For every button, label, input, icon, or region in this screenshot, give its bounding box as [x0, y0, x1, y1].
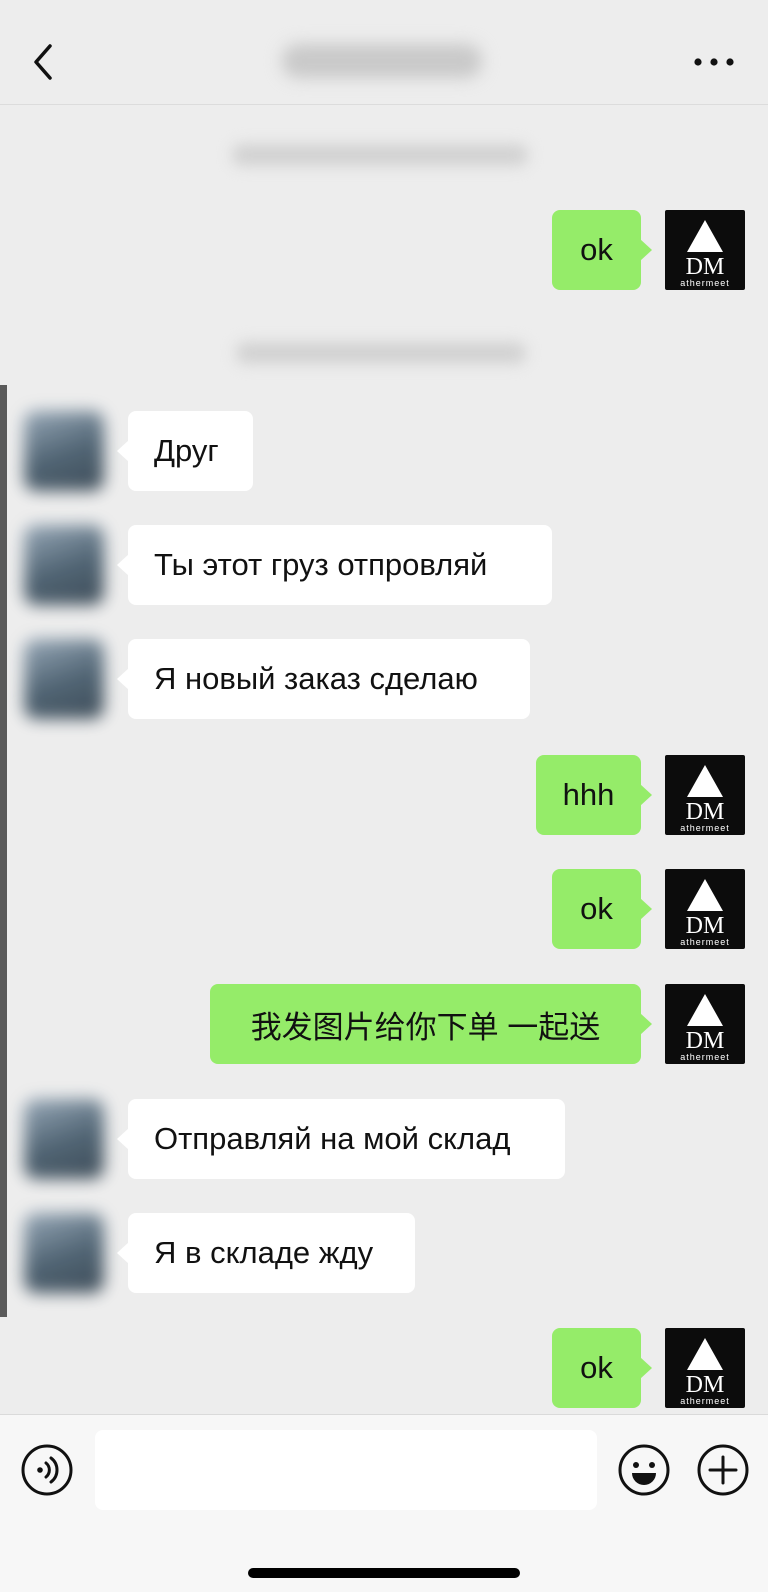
dm-logo-icon: DM athermeet — [680, 765, 730, 833]
logo-letters: DM — [686, 1028, 725, 1054]
screen-edge-shadow — [0, 385, 7, 1317]
message-bubble-incoming[interactable]: Я новый заказ сделаю — [117, 639, 530, 719]
message-bubble-outgoing[interactable]: ok — [552, 1328, 652, 1408]
message-bubble-outgoing[interactable]: 我发图片给你下单 一起送 — [210, 984, 652, 1064]
home-indicator — [248, 1568, 520, 1578]
voice-icon[interactable] — [20, 1443, 74, 1497]
message-input[interactable] — [95, 1430, 597, 1510]
my-avatar[interactable]: DM athermeet — [665, 984, 745, 1064]
dm-logo-icon: DM athermeet — [680, 994, 730, 1062]
logo-letters: DM — [686, 913, 725, 939]
logo-caption: athermeet — [680, 937, 730, 947]
message-bubble-incoming[interactable]: Ты этот груз отпровляй — [117, 525, 552, 605]
plus-icon[interactable] — [696, 1443, 750, 1497]
chevron-left-icon[interactable] — [28, 40, 58, 84]
my-avatar[interactable]: DM athermeet — [665, 755, 745, 835]
message-bubble-outgoing[interactable]: ok — [552, 210, 652, 290]
more-dots-icon[interactable] — [692, 52, 736, 72]
logo-caption: athermeet — [680, 1052, 730, 1062]
timestamp-redacted — [232, 144, 528, 166]
dm-logo-icon: DM athermeet — [680, 1338, 730, 1406]
my-avatar[interactable]: DM athermeet — [665, 1328, 745, 1408]
message-bubble-incoming[interactable]: Отправляй на мой склад — [117, 1099, 565, 1179]
logo-letters: DM — [686, 799, 725, 825]
logo-caption: athermeet — [680, 278, 730, 288]
contact-avatar-redacted[interactable] — [24, 411, 104, 491]
message-bubble-outgoing[interactable]: hhh — [536, 755, 652, 835]
message-bubble-incoming[interactable]: Я в складе жду — [117, 1213, 415, 1293]
dm-logo-icon: DM athermeet — [680, 879, 730, 947]
logo-caption: athermeet — [680, 1396, 730, 1406]
emoji-icon[interactable] — [617, 1443, 671, 1497]
message-bubble-outgoing[interactable]: ok — [552, 869, 652, 949]
logo-letters: DM — [686, 254, 725, 280]
chat-header — [0, 0, 768, 105]
contact-avatar-redacted[interactable] — [24, 1099, 104, 1179]
message-bubble-incoming[interactable]: Друг — [117, 411, 253, 491]
my-avatar[interactable]: DM athermeet — [665, 210, 745, 290]
logo-caption: athermeet — [680, 823, 730, 833]
timestamp-redacted — [236, 342, 526, 364]
dm-logo-icon: DM athermeet — [680, 220, 730, 288]
contact-avatar-redacted[interactable] — [24, 639, 104, 719]
contact-avatar-redacted[interactable] — [24, 1213, 104, 1293]
logo-letters: DM — [686, 1372, 725, 1398]
chat-title-redacted — [282, 44, 482, 78]
contact-avatar-redacted[interactable] — [24, 525, 104, 605]
my-avatar[interactable]: DM athermeet — [665, 869, 745, 949]
